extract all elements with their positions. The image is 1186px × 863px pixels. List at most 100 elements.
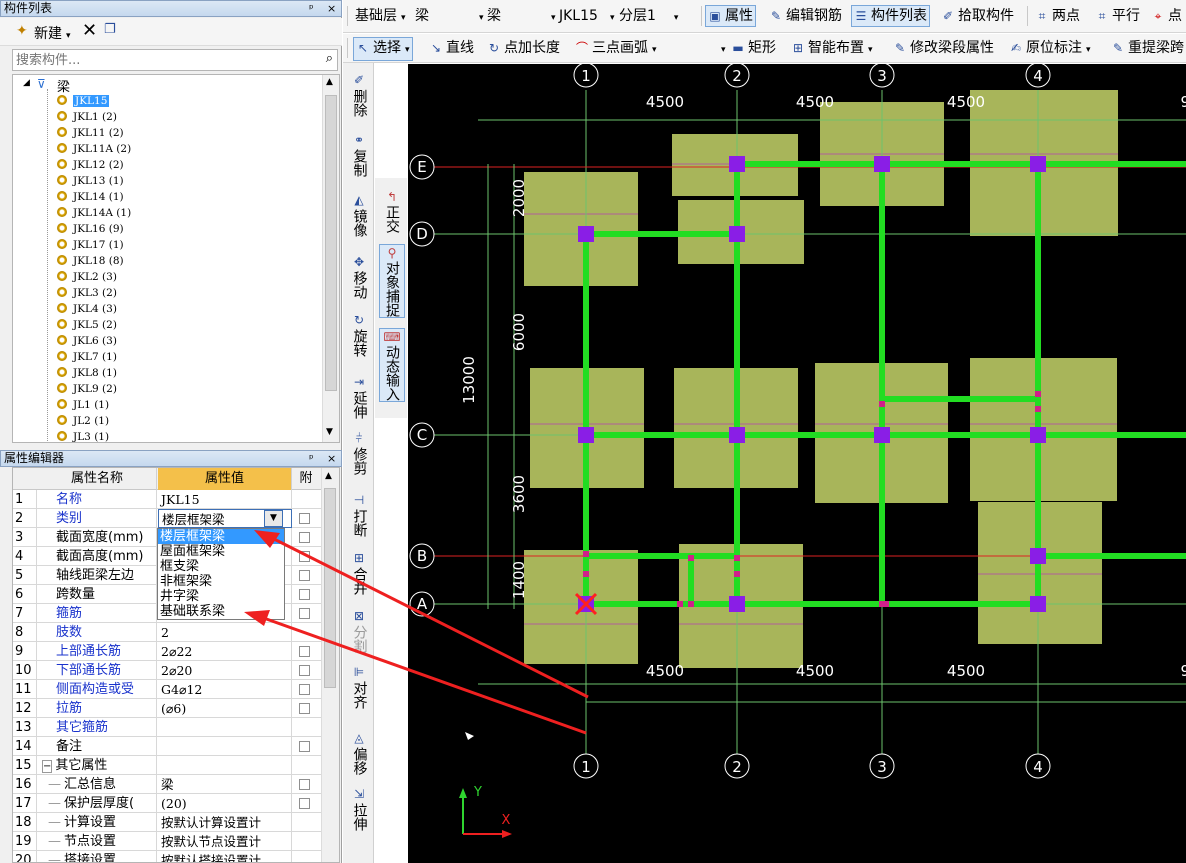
pick-component-button[interactable]: ✐ 拾取构件 [941, 6, 1014, 26]
property-value[interactable] [158, 737, 292, 756]
vtool-button[interactable]: ⇲ 拉伸 [347, 787, 371, 831]
vtool-button[interactable]: ⊞ 合并 [347, 551, 371, 595]
drawing-canvas[interactable]: 1 1 2 2 3 3 4 4 E D C B A 4500 4500 4500 90 4500 4500 4500 9… [408, 64, 1186, 863]
attach-checkbox[interactable] [299, 779, 310, 790]
select-button[interactable]: ↖ 选择 ▾ [353, 37, 413, 61]
scroll-down-icon[interactable]: ▼ [326, 427, 333, 437]
in-situ-annotation-button[interactable]: ✍ 原位标注 ▾ [1009, 38, 1091, 60]
attach-checkbox[interactable] [299, 646, 310, 657]
property-row[interactable]: 11 侧面构造或受 G4⌀12 [13, 680, 321, 699]
vtool-button[interactable]: ⊫ 对齐 [347, 665, 371, 709]
tree-item[interactable]: JKL2 (3) [57, 269, 117, 285]
search-input[interactable] [13, 50, 311, 70]
tree-item[interactable]: JKL3 (2) [57, 285, 117, 301]
tree-item[interactable]: JKL15 [57, 93, 110, 109]
property-row[interactable]: 18— 计算设置 按默认计算设置计 [13, 813, 321, 832]
dropdown-option[interactable]: 楼层框架梁 [158, 529, 284, 544]
attach-checkbox[interactable] [299, 741, 310, 752]
snap-button[interactable]: ↰ 正交 [379, 188, 405, 234]
tree-item[interactable]: JL2 (1) [57, 413, 109, 429]
scroll-up-icon[interactable]: ▲ [326, 77, 333, 87]
tree-item[interactable]: JKL11 (2) [57, 125, 124, 141]
vtool-button[interactable]: ✥ 移动 [347, 255, 371, 299]
close-icon[interactable]: × [327, 451, 336, 466]
tree-item[interactable]: JKL12 (2) [57, 157, 124, 173]
floor-select[interactable]: 基础层 ▾ [355, 6, 406, 28]
rectangle-button[interactable]: ▬ 矩形 [731, 38, 776, 58]
dropdown-option[interactable]: 基础联系梁 [158, 604, 284, 619]
edit-rebar-button[interactable]: ✎ 编辑钢筋 [769, 6, 842, 26]
snap-button[interactable]: ⚲ 对象捕捉 [379, 244, 405, 318]
property-value[interactable]: 按默认搭接设置计 [158, 851, 292, 862]
property-row[interactable]: 20— 搭接设置 按默认搭接设置计 [13, 851, 321, 862]
tree-item[interactable]: JKL4 (3) [57, 301, 117, 317]
subtype-select[interactable]: 梁 ▾ [487, 6, 556, 28]
dropdown-option[interactable]: 非框架梁 [158, 574, 284, 589]
property-row[interactable]: 16— 汇总信息梁 [13, 775, 321, 794]
attach-checkbox[interactable] [299, 513, 310, 524]
dropdown-option[interactable]: 框支梁 [158, 559, 284, 574]
layer-select[interactable]: 分层1 ▾ [619, 6, 678, 28]
property-value[interactable]: (20) [158, 794, 292, 813]
tree-scrollbar[interactable]: ▲ ▼ [322, 75, 339, 442]
tree-item[interactable]: JKL9 (2) [57, 381, 117, 397]
arc-button[interactable]: ⌒ 三点画弧 ▾ [575, 38, 657, 60]
tree-item[interactable]: JL3 (1) [57, 429, 109, 442]
attach-checkbox[interactable] [299, 798, 310, 809]
tree-item[interactable]: JKL14A (1) [57, 205, 131, 221]
re-extract-span-button[interactable]: ✎ 重提梁跨 [1111, 38, 1184, 58]
attach-checkbox[interactable] [299, 703, 310, 714]
vtool-button[interactable]: ⚭ 复制 [347, 133, 371, 177]
point-button[interactable]: ⌖ 点 [1151, 6, 1182, 26]
close-icon[interactable]: × [327, 1, 336, 16]
smart-layout-button[interactable]: ⊞ 智能布置 ▾ [791, 38, 873, 60]
tree-item[interactable]: JKL8 (1) [57, 365, 117, 381]
tree-scroll-thumb[interactable] [325, 95, 337, 391]
cad-drawing[interactable]: 1 1 2 2 3 3 4 4 E D C B A 4500 4500 4500 90 4500 4500 4500 9… [408, 64, 1186, 863]
tree-item[interactable]: JKL16 (9) [57, 221, 124, 237]
property-value[interactable]: 梁 [158, 775, 292, 794]
property-row[interactable]: 12 拉筋 (⌀6) [13, 699, 321, 718]
vtool-button[interactable]: ✐ 删除 [347, 73, 371, 117]
vtool-button[interactable]: ◭ 镜像 [347, 193, 371, 237]
tree-item[interactable]: JKL5 (2) [57, 317, 117, 333]
property-row[interactable]: 8 肢数 2 [13, 623, 321, 642]
tree-collapse-icon[interactable]: ◢ [23, 78, 30, 88]
collapse-icon[interactable]: − [42, 760, 53, 773]
property-row[interactable]: 17— 保护层厚度((20) [13, 794, 321, 813]
property-row[interactable]: 19— 节点设置 按默认节点设置计 [13, 832, 321, 851]
property-scroll-thumb[interactable] [324, 488, 336, 688]
property-value[interactable]: JKL15 [158, 490, 292, 509]
dropdown-option[interactable]: 井字梁 [158, 589, 284, 604]
modify-span-button[interactable]: ✎ 修改梁段属性 [893, 38, 994, 58]
property-value[interactable]: G4⌀12 [158, 680, 292, 699]
property-value[interactable]: 2⌀20 [158, 661, 292, 680]
attach-checkbox[interactable] [299, 589, 310, 600]
property-value[interactable] [158, 756, 292, 775]
attach-checkbox[interactable] [299, 570, 310, 581]
vtool-button[interactable]: ↻ 旋转 [347, 313, 371, 357]
snap-button[interactable]: ⌨ 动态输入 [379, 328, 405, 402]
tree-item[interactable]: JKL13 (1) [57, 173, 124, 189]
tree-item[interactable]: JKL14 (1) [57, 189, 124, 205]
attach-checkbox[interactable] [299, 532, 310, 543]
attribute-button[interactable]: ▣ 属性 [705, 5, 756, 27]
vtool-button[interactable]: ⊠ 分割 [347, 609, 371, 653]
vtool-button[interactable]: ⇥ 延伸 [347, 375, 371, 419]
property-scrollbar[interactable]: ▲ [321, 468, 339, 862]
vtool-button[interactable]: ⊣ 打断 [347, 493, 371, 537]
copy-icon[interactable]: ❐ [104, 22, 116, 37]
attach-checkbox[interactable] [299, 665, 310, 676]
property-value[interactable]: 2 [158, 623, 292, 642]
property-row[interactable]: 14 备注 [13, 737, 321, 756]
tree-item[interactable]: JKL17 (1) [57, 237, 124, 253]
pin-icon[interactable]: ᵖ [309, 1, 314, 16]
tree-item[interactable]: JKL7 (1) [57, 349, 117, 365]
property-row[interactable]: 1 名称 JKL15 [13, 490, 321, 509]
property-value[interactable]: (⌀6) [158, 699, 292, 718]
property-value[interactable]: 按默认计算设置计 [158, 813, 292, 832]
property-row[interactable]: 13 其它箍筋 [13, 718, 321, 737]
parallel-button[interactable]: ⌗ 平行 [1095, 6, 1140, 26]
vtool-button[interactable]: ⫩ 修剪 [347, 431, 371, 475]
dropdown-arrow-button[interactable]: ▼ [264, 510, 283, 527]
